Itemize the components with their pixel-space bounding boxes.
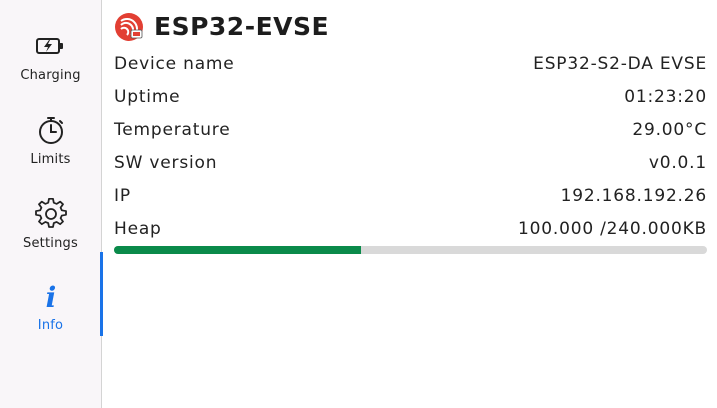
timer-icon — [35, 114, 67, 146]
info-value: 29.00°C — [632, 120, 707, 140]
sidebar-item-info[interactable]: i Info — [0, 252, 103, 336]
sidebar-item-label: Limits — [30, 152, 71, 167]
info-value: ESP32-S2-DA EVSE — [533, 54, 707, 74]
espressif-logo-icon — [114, 12, 144, 42]
gear-icon — [35, 197, 67, 230]
info-key: SW version — [114, 153, 218, 173]
info-value: 100.000 /240.000KB — [518, 219, 707, 239]
sidebar-item-label: Charging — [20, 68, 81, 83]
heap-progress-fill — [114, 246, 362, 254]
info-key: Temperature — [114, 120, 231, 140]
info-row-temperature: Temperature 29.00°C — [114, 120, 707, 144]
info-value: 192.168.192.26 — [560, 186, 707, 206]
info-row-device-name: Device name ESP32-S2-DA EVSE — [114, 54, 707, 78]
heap-progress-bar — [114, 246, 707, 254]
info-key: Device name — [114, 54, 235, 74]
info-row-heap: Heap 100.000 /240.000KB — [114, 219, 707, 243]
info-key: Uptime — [114, 87, 181, 107]
info-value: 01:23:20 — [624, 87, 707, 107]
info-value: v0.0.1 — [648, 153, 707, 173]
battery-charging-icon — [35, 30, 67, 62]
info-key: IP — [114, 186, 131, 206]
sidebar-item-charging[interactable]: Charging — [0, 28, 101, 112]
sidebar: Charging Limits Settings i Info — [0, 0, 103, 408]
sidebar-item-limits[interactable]: Limits — [0, 112, 101, 196]
page-title: ESP32-EVSE — [154, 12, 330, 41]
app-window: Charging Limits Settings i Info ESP32-EV… — [0, 0, 717, 408]
info-row-ip: IP 192.168.192.26 — [114, 186, 707, 210]
main-panel: ESP32-EVSE Device name ESP32-S2-DA EVSE … — [102, 0, 717, 408]
info-key: Heap — [114, 219, 162, 239]
info-row-uptime: Uptime 01:23:20 — [114, 87, 707, 111]
svg-text:i: i — [46, 281, 57, 312]
info-row-sw-version: SW version v0.0.1 — [114, 153, 707, 177]
sidebar-item-label: Info — [37, 318, 64, 333]
info-icon: i — [35, 280, 67, 314]
sidebar-item-label: Settings — [23, 236, 78, 251]
